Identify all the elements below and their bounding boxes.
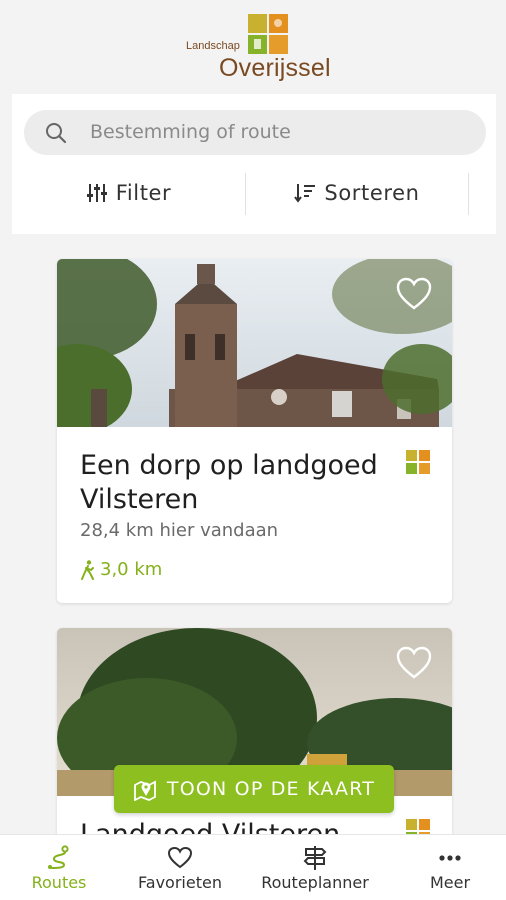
nav-item-routeplanner[interactable]: Routeplanner [252,835,378,900]
nav-label-meer: Meer [429,872,471,892]
heart-icon [167,846,193,868]
more-icon [439,854,461,861]
logo-small-text: Landschap [186,40,240,52]
bottom-navigation: Routes Favorieten Routeplanner Meer [0,834,506,900]
route-title: Een dorp op landgoed Vilsteren [80,450,378,515]
search-icon [46,123,67,144]
route-distance: 28,4 km hier vandaan [80,520,279,541]
search-panel: Bestemming of route Filter Sorteren [12,94,496,234]
nav-label-routeplanner: Routeplanner [261,872,369,892]
walking-icon [81,559,94,580]
sort-button[interactable]: Sorteren [246,167,468,219]
nav-item-routes[interactable]: Routes [0,835,122,900]
route-card[interactable]: Een dorp op landgoed Vilsteren 28,4 km h… [57,259,452,603]
route-photo-manor [57,259,452,427]
sort-icon [294,184,316,203]
toolbar-divider [468,173,469,215]
sliders-icon [86,184,107,202]
app-header: Landschap Overijssel [0,0,506,95]
favorite-heart-icon[interactable] [396,277,432,311]
route-length: 3,0 km [80,559,162,580]
logo-mark-icon [248,14,288,54]
landschap-overijssel-logo: Landschap Overijssel [186,14,331,84]
sort-label: Sorteren [324,181,420,205]
nav-item-favorieten[interactable]: Favorieten [117,835,243,900]
app-screen: Landschap Overijssel Bestemming of route [0,0,506,900]
route-icon [48,844,69,869]
nav-label-routes: Routes [31,872,87,892]
search-placeholder: Bestemming of route [90,121,291,143]
filter-label: Filter [115,181,172,205]
landschap-badge-icon [406,450,430,474]
favorite-heart-icon[interactable] [396,646,432,680]
search-input[interactable]: Bestemming of route [24,110,486,155]
logo-big-text: Overijssel [219,54,331,82]
show-on-map-label: TOON OP DE KAART [166,778,376,800]
signpost-icon [303,845,327,870]
filter-button[interactable]: Filter [12,167,245,219]
nav-label-favorieten: Favorieten [138,872,222,892]
toolbar: Filter Sorteren [12,167,496,219]
show-on-map-button[interactable]: TOON OP DE KAART [114,765,394,813]
route-length-label: 3,0 km [100,559,163,580]
nav-item-meer[interactable]: Meer [387,835,506,900]
map-pin-icon [134,780,156,801]
